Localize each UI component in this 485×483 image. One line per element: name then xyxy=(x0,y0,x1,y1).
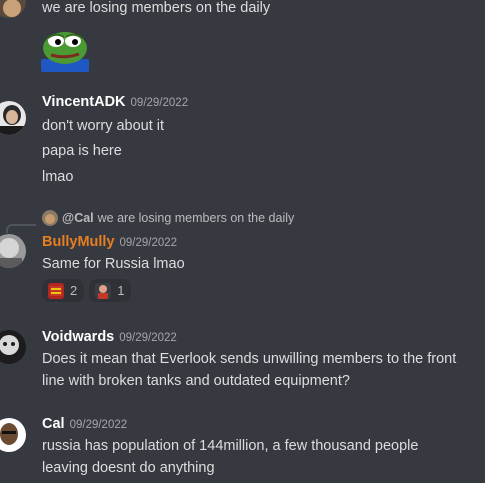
message-text: don't worry about it xyxy=(42,118,165,134)
reply-spine xyxy=(6,224,36,233)
message-timestamp: 09/29/2022 xyxy=(69,419,128,431)
author-name-text[interactable]: Cal xyxy=(42,416,65,432)
person-emoji xyxy=(95,282,112,299)
avatar[interactable] xyxy=(0,418,26,452)
reactions: 2 1 xyxy=(42,279,132,302)
message-timestamp: 09/29/2022 xyxy=(130,97,189,109)
reaction-count: 1 xyxy=(117,283,125,298)
soviet-flag-emoji xyxy=(48,282,64,299)
reply-text[interactable]: we are losing members on the daily xyxy=(98,211,295,225)
reaction-count: 2 xyxy=(70,283,78,298)
reply-author[interactable]: @Cal xyxy=(62,211,94,225)
message-text: line with broken tanks and outdated equi… xyxy=(42,373,350,389)
author-name[interactable]: Cal 09/29/2022 xyxy=(42,414,127,435)
reply-preview[interactable]: @Cal we are losing members on the daily xyxy=(42,209,294,227)
pepe-emote[interactable] xyxy=(41,28,89,72)
message-text: Same for Russia lmao xyxy=(42,256,185,272)
reaction-soviet[interactable]: 2 xyxy=(42,279,85,302)
author-name-text[interactable]: VincentADK xyxy=(42,94,126,110)
message-timestamp: 09/29/2022 xyxy=(119,237,178,249)
message-text: papa is here xyxy=(42,143,122,159)
author-name[interactable]: VincentADK 09/29/2022 xyxy=(42,92,188,113)
message-text: lmao xyxy=(42,169,74,185)
author-name-text[interactable]: BullyMully xyxy=(42,234,115,250)
message-text: Does it mean that Everlook sends unwilli… xyxy=(42,351,457,367)
author-name[interactable]: BullyMully 09/29/2022 xyxy=(42,232,177,253)
author-name-text[interactable]: Voidwards xyxy=(42,329,114,345)
author-name[interactable]: Voidwards 09/29/2022 xyxy=(42,327,177,348)
avatar[interactable] xyxy=(0,0,26,18)
message-timestamp: 09/29/2022 xyxy=(119,332,177,344)
message-text: russia has population of 144million, a f… xyxy=(42,438,419,454)
avatar[interactable] xyxy=(0,330,26,364)
message-text: leaving doesnt do anything xyxy=(42,460,215,476)
avatar[interactable] xyxy=(0,101,26,135)
message-text: we are losing members on the daily xyxy=(42,0,271,16)
reply-avatar xyxy=(42,210,58,226)
reaction-person[interactable]: 1 xyxy=(89,279,132,302)
chat-messages: we are losing members on the daily Vince… xyxy=(0,0,485,483)
avatar[interactable] xyxy=(0,234,26,268)
